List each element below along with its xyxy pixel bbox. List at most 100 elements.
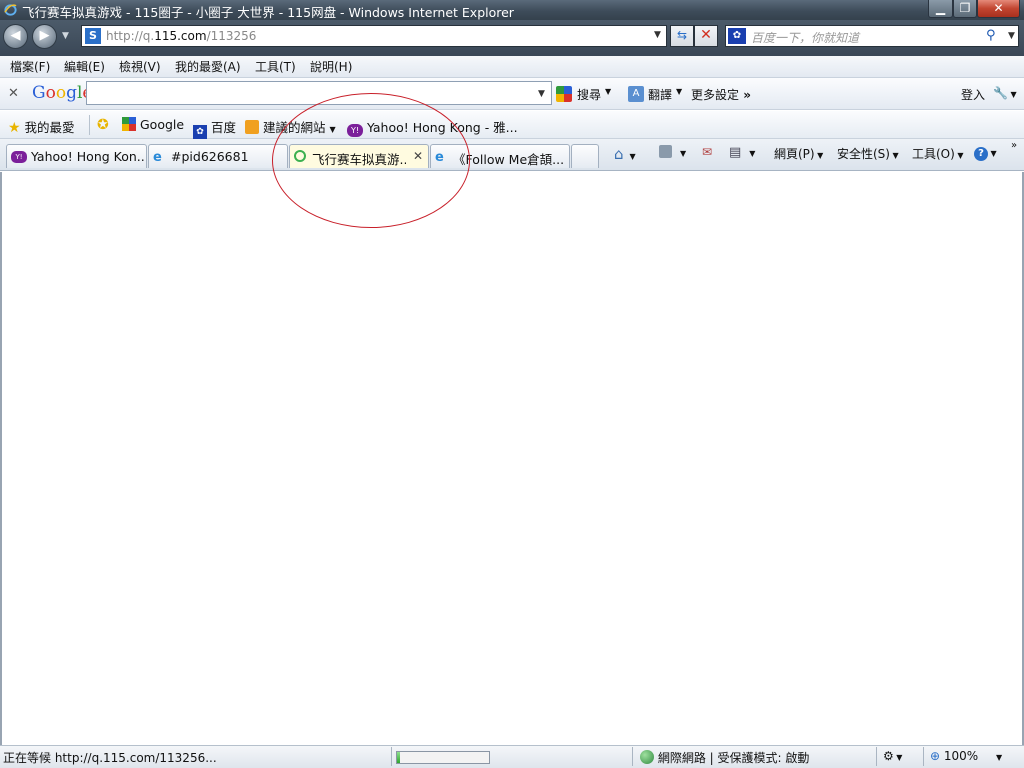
zoom-magnifier-icon: ⊕ <box>930 749 941 763</box>
google-search-dropdown[interactable]: ▼ <box>538 89 545 99</box>
tab-pid[interactable]: e #pid626681 <box>148 144 288 168</box>
safety-menu-label: 安全性(S) <box>837 147 890 161</box>
menu-help[interactable]: 說明(H) <box>310 58 352 75</box>
read-mail-button[interactable]: ✉ <box>702 145 712 159</box>
feeds-button[interactable]: ▼ <box>659 145 686 159</box>
tab-label: 《Follow Me倉頡... <box>453 152 565 167</box>
yahoo-favicon-icon: Y! <box>11 151 27 163</box>
favorites-center-button[interactable]: ★ 我的最愛 <box>8 117 75 136</box>
close-button[interactable]: ✕ <box>977 0 1020 18</box>
search-options-dropdown[interactable]: ▼ <box>1008 31 1015 41</box>
baidu-paw-icon[interactable]: ✿ <box>728 28 746 44</box>
search-dropdown-arrow: ▼ <box>605 87 612 96</box>
signin-button[interactable]: 登入 <box>961 86 985 103</box>
ie-page-icon: e <box>153 150 162 165</box>
print-button[interactable]: ▤ ▼ <box>729 145 755 160</box>
zoom-dropdown-arrow: ▼ <box>996 753 1003 762</box>
page-dropdown-arrow: ▼ <box>814 151 824 160</box>
tools-dropdown-arrow: ▼ <box>954 151 964 160</box>
address-url[interactable]: http://q.115.com/113256 <box>106 29 256 43</box>
baidu-favicon-icon: ✿ <box>193 125 207 139</box>
help-button[interactable]: ? ▼ <box>974 145 997 161</box>
recent-pages-dropdown[interactable]: ▼ <box>62 31 69 41</box>
help-icon: ? <box>974 147 988 161</box>
back-arrow-icon: ◀ <box>10 28 21 43</box>
security-zone-label: 網際網路 | 受保護模式: 啟動 <box>657 751 810 765</box>
url-path: /113256 <box>206 29 257 43</box>
signin-label: 登入 <box>961 88 986 102</box>
close-icon: ✕ <box>993 1 1004 15</box>
minimize-icon: ▁ <box>935 1 946 15</box>
chevron-more-icon[interactable]: » <box>1011 140 1017 151</box>
menu-tools[interactable]: 工具(T) <box>255 58 296 75</box>
security-zone[interactable]: 網際網路 | 受保護模式: 啟動 <box>640 749 809 766</box>
suggested-sites-icon <box>245 120 259 134</box>
more-settings-label: 更多設定 <box>691 88 740 102</box>
safety-dropdown-arrow: ▼ <box>889 151 899 160</box>
addons-dropdown-arrow: ▼ <box>893 753 903 762</box>
minimize-button[interactable]: ▁ <box>928 0 953 18</box>
menu-edit[interactable]: 編輯(E) <box>64 58 105 75</box>
status-divider <box>632 747 633 766</box>
tab-yahoo[interactable]: Y! Yahoo! Hong Kon... <box>6 144 147 168</box>
status-text: 正在等候 http://q.115.com/113256... <box>3 751 217 765</box>
menu-view[interactable]: 檢視(V) <box>119 58 161 75</box>
restore-icon: ❐ <box>959 1 971 15</box>
add-to-favorites-icon: ✪ <box>97 117 109 133</box>
search-label: 搜尋 <box>577 88 602 102</box>
back-button[interactable]: ◀ <box>3 24 28 49</box>
status-divider <box>923 747 924 766</box>
page-menu-button[interactable]: 網頁(P) ▼ <box>774 145 823 162</box>
menu-favorites[interactable]: 我的最愛(A) <box>175 58 241 75</box>
tools-menu-button[interactable]: 工具(O) ▼ <box>912 145 964 162</box>
google-logo[interactable]: Google <box>32 83 92 103</box>
status-divider <box>391 747 392 766</box>
chevron-right-icon: » <box>739 88 751 102</box>
addons-icon: ⚙ <box>883 749 894 763</box>
more-settings-button[interactable]: 更多設定 » <box>691 86 751 103</box>
print-dropdown-arrow: ▼ <box>749 149 756 158</box>
new-tab-button[interactable] <box>571 144 599 168</box>
search-magnifier-icon[interactable]: ⚲ <box>986 28 996 43</box>
feeds-dropdown-arrow: ▼ <box>680 149 687 158</box>
refresh-button[interactable]: ⇆ <box>670 25 694 47</box>
translate-label: 翻譯 <box>648 88 673 102</box>
tab-label: #pid626681 <box>171 149 249 164</box>
google-search-icon <box>556 86 572 102</box>
status-divider <box>876 747 877 766</box>
stop-button[interactable]: ✕ <box>694 25 718 47</box>
google-favicon-icon <box>122 117 136 131</box>
favorites-divider <box>89 115 90 135</box>
wrench-settings-button[interactable]: 🔧 ▼ <box>993 86 1017 100</box>
mail-icon: ✉ <box>702 145 713 159</box>
home-button[interactable]: ⌂ ▼ <box>614 145 636 163</box>
safety-menu-button[interactable]: 安全性(S) ▼ <box>837 145 899 162</box>
favorite-link-google[interactable]: Google <box>122 117 184 132</box>
maximize-button[interactable]: ❐ <box>953 0 977 18</box>
annotation-ellipse <box>272 93 470 228</box>
help-dropdown-arrow: ▼ <box>988 149 997 158</box>
wrench-icon: 🔧 <box>993 86 1008 100</box>
progress-bar <box>396 751 490 764</box>
window-title: 飞行赛车拟真游戏 - 115圈子 - 小圈子 大世界 - 115网盘 - Win… <box>22 5 514 20</box>
address-dropdown-arrow[interactable]: ▼ <box>654 30 661 40</box>
refresh-icon: ⇆ <box>676 28 688 42</box>
close-toolbar-icon[interactable]: ✕ <box>8 86 19 101</box>
favorite-link-baidu[interactable]: ✿ 百度 <box>193 117 236 139</box>
ie-logo-icon <box>4 4 17 16</box>
zoom-button[interactable]: ⊕ 100% ▼ <box>930 749 1002 763</box>
wrench-dropdown-arrow: ▼ <box>1007 90 1017 99</box>
favorites-label: 我的最愛 <box>24 120 75 135</box>
favorite-link-label: 百度 <box>210 120 236 135</box>
forward-button[interactable]: ▶ <box>32 24 57 49</box>
rss-feed-icon <box>659 145 672 158</box>
add-favorite-button[interactable]: ✪ <box>97 117 109 133</box>
menu-file[interactable]: 檔案(F) <box>10 58 50 75</box>
translate-dropdown-arrow: ▼ <box>676 87 683 96</box>
site-favicon-icon: S <box>85 28 101 44</box>
manage-addons-button[interactable]: ⚙ ▼ <box>883 749 902 763</box>
tab-label: Yahoo! Hong Kon... <box>31 149 146 164</box>
search-placeholder: 百度一下，你就知道 <box>751 31 860 45</box>
google-search-input[interactable] <box>86 81 552 105</box>
page-content[interactable] <box>0 172 1024 745</box>
